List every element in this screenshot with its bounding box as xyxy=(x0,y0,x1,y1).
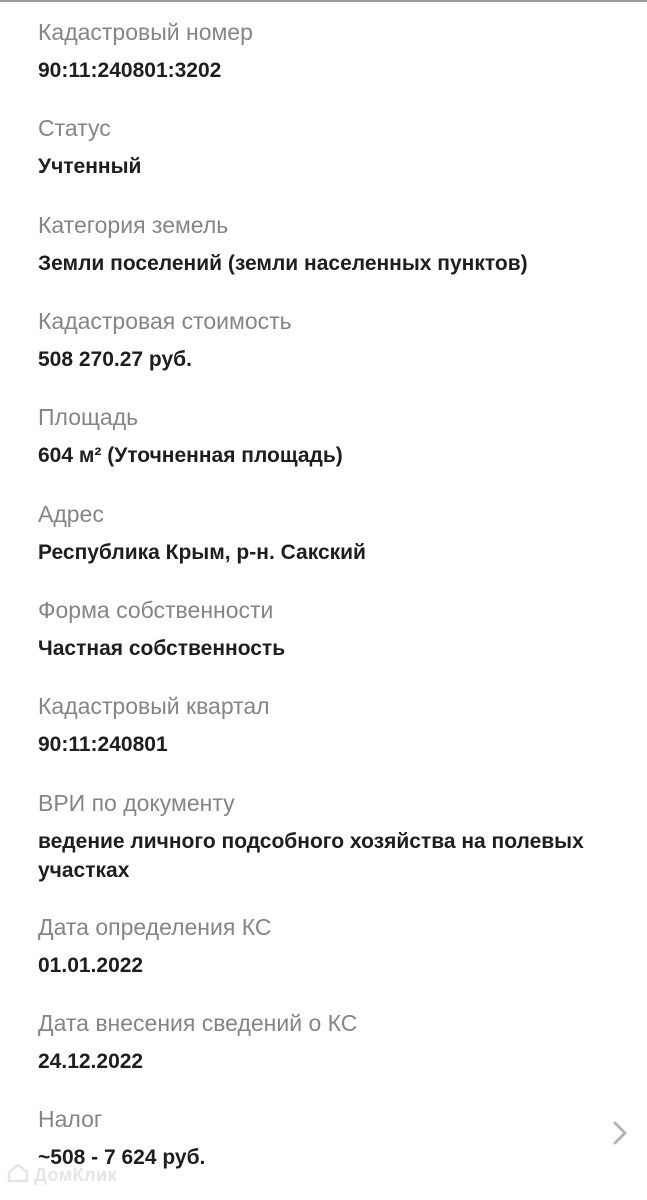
field-value: 604 м² (Уточненная площадь) xyxy=(38,444,343,467)
field-value: ~508 - 7 624 руб. xyxy=(38,1146,206,1169)
field-entry-date: Дата внесения сведений о КС 24.12.2022 xyxy=(38,1009,628,1076)
field-label: Площадь xyxy=(38,404,139,430)
field-label: Адрес xyxy=(38,501,104,527)
field-address: Адрес Республика Крым, р-н. Сакский xyxy=(38,500,628,567)
chevron-right-icon[interactable] xyxy=(606,1118,634,1148)
field-value: Республика Крым, р-н. Сакский xyxy=(38,541,366,564)
field-tax[interactable]: Налог ~508 - 7 624 руб. xyxy=(38,1105,638,1172)
field-value: Земли поселений (земли населенных пункто… xyxy=(38,252,528,275)
top-divider xyxy=(0,0,647,2)
field-land-category: Категория земель Земли поселений (земли … xyxy=(38,211,628,278)
field-label: Налог xyxy=(38,1106,103,1132)
field-value: 24.12.2022 xyxy=(38,1050,144,1073)
field-area: Площадь 604 м² (Уточненная площадь) xyxy=(38,403,628,470)
field-value: 90:11:240801:3202 xyxy=(38,59,222,82)
field-permitted-use: ВРИ по документу ведение личного подсобн… xyxy=(38,789,628,885)
field-label: Дата внесения сведений о КС xyxy=(38,1010,358,1036)
field-ownership-form: Форма собственности Частная собственност… xyxy=(38,596,628,663)
field-value: Частная собственность xyxy=(38,637,286,660)
field-label: Кадастровый номер xyxy=(38,19,253,45)
field-value: 01.01.2022 xyxy=(38,954,144,977)
field-label: Дата определения КС xyxy=(38,914,272,940)
field-value: 90:11:240801 xyxy=(38,733,168,756)
field-label: Статус xyxy=(38,115,111,141)
field-value: Учтенный xyxy=(38,155,142,178)
field-label: Кадастровый квартал xyxy=(38,693,270,719)
field-value: 508 270.27 руб. xyxy=(38,348,192,371)
field-label: Форма собственности xyxy=(38,597,274,623)
field-label: Кадастровая стоимость xyxy=(38,308,292,334)
field-status: Статус Учтенный xyxy=(38,114,628,181)
domclick-logo-icon xyxy=(6,1161,30,1190)
field-label: ВРИ по документу xyxy=(38,790,235,816)
field-valuation-date: Дата определения КС 01.01.2022 xyxy=(38,913,628,980)
field-cadastral-number: Кадастровый номер 90:11:240801:3202 xyxy=(38,18,628,85)
field-cadastral-value: Кадастровая стоимость 508 270.27 руб. xyxy=(38,307,628,374)
field-value: ведение личного подсобного хозяйства на … xyxy=(38,830,584,882)
field-label: Категория земель xyxy=(38,212,229,238)
field-cadastral-quarter: Кадастровый квартал 90:11:240801 xyxy=(38,692,628,759)
